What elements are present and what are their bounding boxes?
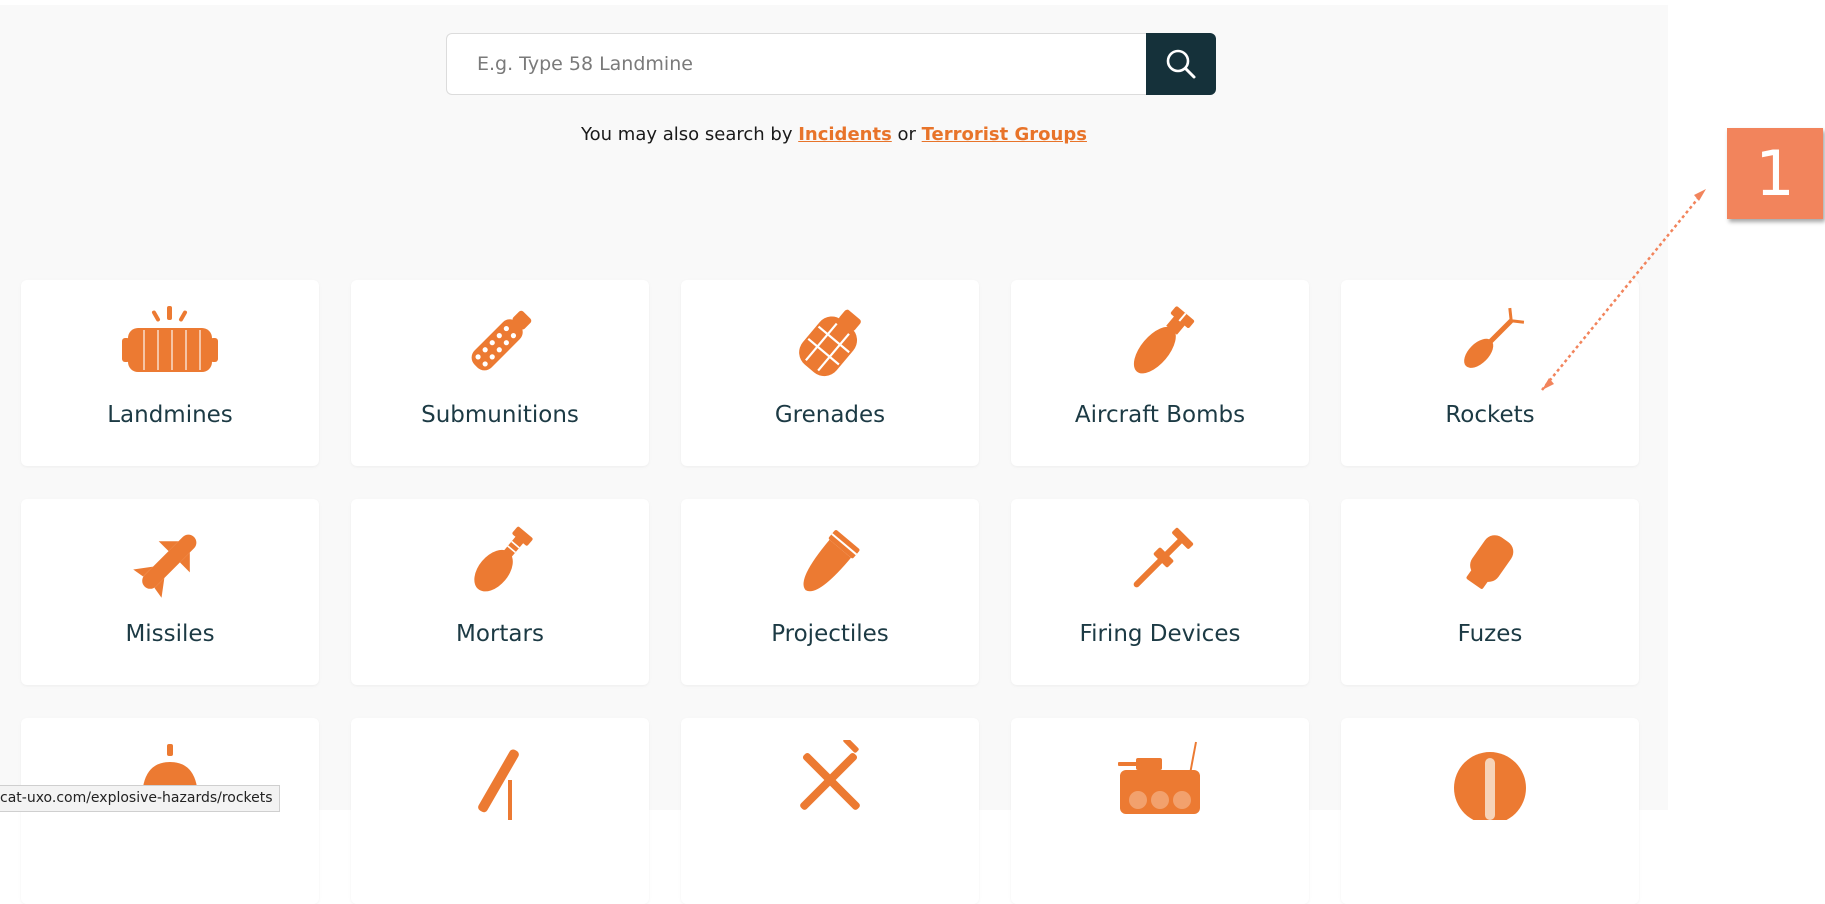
status-bar-url: cat-uxo.com/explosive-hazards/rockets bbox=[0, 785, 280, 812]
category-card-row3-4[interactable] bbox=[1011, 718, 1309, 904]
alternate-search-line: You may also search by Incidents or Terr… bbox=[0, 124, 1668, 145]
category-label: Grenades bbox=[774, 402, 886, 428]
search-input[interactable] bbox=[446, 33, 1146, 95]
category-label: Submunitions bbox=[421, 402, 579, 428]
search-bar bbox=[446, 33, 1216, 95]
vehicle-icon bbox=[1118, 741, 1200, 814]
category-label: Firing Devices bbox=[1079, 621, 1241, 647]
search-button[interactable] bbox=[1146, 33, 1216, 95]
aircraft-bomb-icon bbox=[1133, 306, 1195, 374]
category-label: Projectiles bbox=[771, 621, 889, 647]
category-card-fuzes[interactable]: Fuzes bbox=[1341, 499, 1639, 685]
category-label: Landmines bbox=[107, 402, 233, 428]
mortar-icon bbox=[474, 526, 533, 592]
grenade-icon bbox=[799, 309, 861, 377]
fuze-icon bbox=[1466, 535, 1514, 589]
step-callout-badge: 1 bbox=[1727, 128, 1823, 219]
terrorist-groups-link[interactable]: Terrorist Groups bbox=[922, 124, 1087, 145]
category-card-rockets[interactable]: Rockets bbox=[1341, 280, 1639, 466]
category-card-projectiles[interactable]: Projectiles bbox=[681, 499, 979, 685]
category-label: Aircraft Bombs bbox=[1074, 402, 1246, 428]
category-label: Fuzes bbox=[1457, 621, 1523, 647]
category-label: Rockets bbox=[1445, 402, 1535, 428]
improvised-device-icon bbox=[800, 740, 860, 810]
rocket-icon bbox=[1464, 307, 1525, 368]
alternate-search-prefix: You may also search by bbox=[581, 124, 793, 145]
category-card-grenades[interactable]: Grenades bbox=[681, 280, 979, 466]
category-card-row3-2[interactable] bbox=[351, 718, 649, 904]
category-label: Mortars bbox=[456, 621, 544, 647]
category-card-row3-3[interactable] bbox=[681, 718, 979, 904]
projectile-icon bbox=[803, 530, 860, 592]
category-card-missiles[interactable]: Missiles bbox=[21, 499, 319, 685]
landmine-icon bbox=[122, 306, 218, 372]
submunition-icon bbox=[471, 310, 532, 371]
category-card-mortars[interactable]: Mortars bbox=[351, 499, 649, 685]
missile-icon bbox=[133, 534, 197, 598]
category-card-landmines[interactable]: Landmines bbox=[21, 280, 319, 466]
category-label: Missiles bbox=[125, 621, 215, 647]
search-icon bbox=[1166, 49, 1196, 79]
category-card-firing-devices[interactable]: Firing Devices bbox=[1011, 499, 1309, 685]
category-card-row3-5[interactable] bbox=[1341, 718, 1639, 904]
category-card-submunitions[interactable]: Submunitions bbox=[351, 280, 649, 466]
alternate-search-joiner: or bbox=[897, 124, 916, 145]
category-card-aircraft-bombs[interactable]: Aircraft Bombs bbox=[1011, 280, 1309, 466]
incidents-link[interactable]: Incidents bbox=[798, 124, 892, 145]
firing-device-icon bbox=[1133, 527, 1194, 588]
stop-sign-icon bbox=[1454, 752, 1526, 820]
launcher-icon bbox=[478, 749, 519, 820]
